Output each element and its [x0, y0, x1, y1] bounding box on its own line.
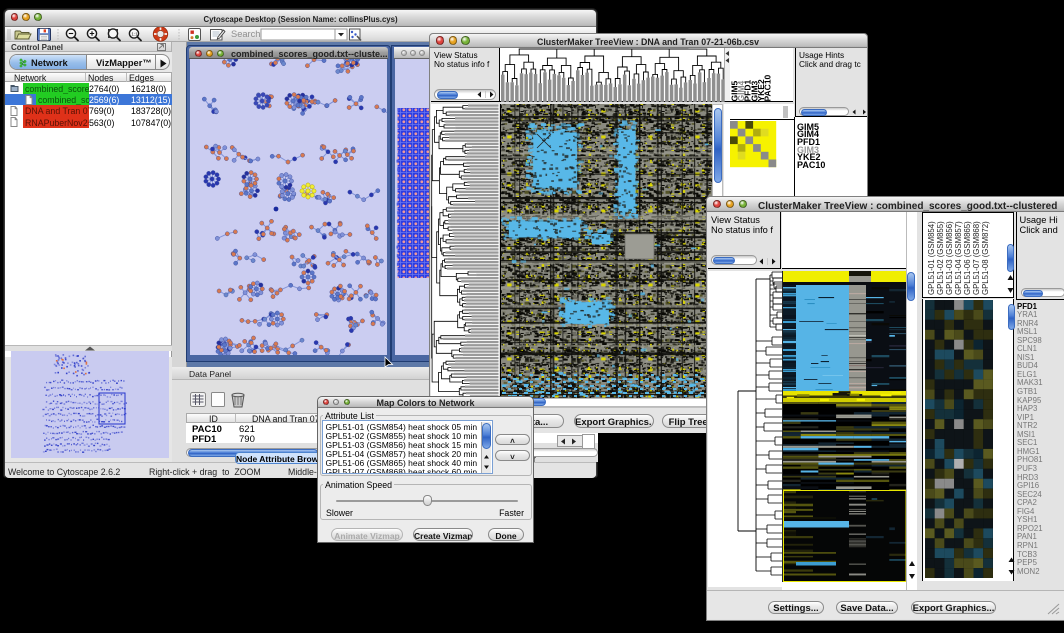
svg-text:1:1: 1:1: [131, 31, 138, 36]
svg-text:GPL51-07 (GSM868): GPL51-07 (GSM868): [972, 220, 981, 294]
svg-text:GPL51-03 (GSM856): GPL51-03 (GSM856): [945, 220, 954, 294]
svg-text:Search:: Search:: [231, 29, 263, 39]
svg-text:GPL51-02 (GSM855): GPL51-02 (GSM855): [936, 220, 945, 294]
svg-text:GPL51-04 (GSM857): GPL51-04 (GSM857): [954, 220, 963, 294]
svg-text:GPL51-01 (GSM854): GPL51-01 (GSM854): [927, 220, 936, 294]
svg-text:GPL51-08 (GSM872): GPL51-08 (GSM872): [981, 220, 990, 294]
svg-text:PAC10: PAC10: [763, 74, 773, 101]
svg-text:GPL51-06 (GSM865): GPL51-06 (GSM865): [963, 220, 972, 294]
